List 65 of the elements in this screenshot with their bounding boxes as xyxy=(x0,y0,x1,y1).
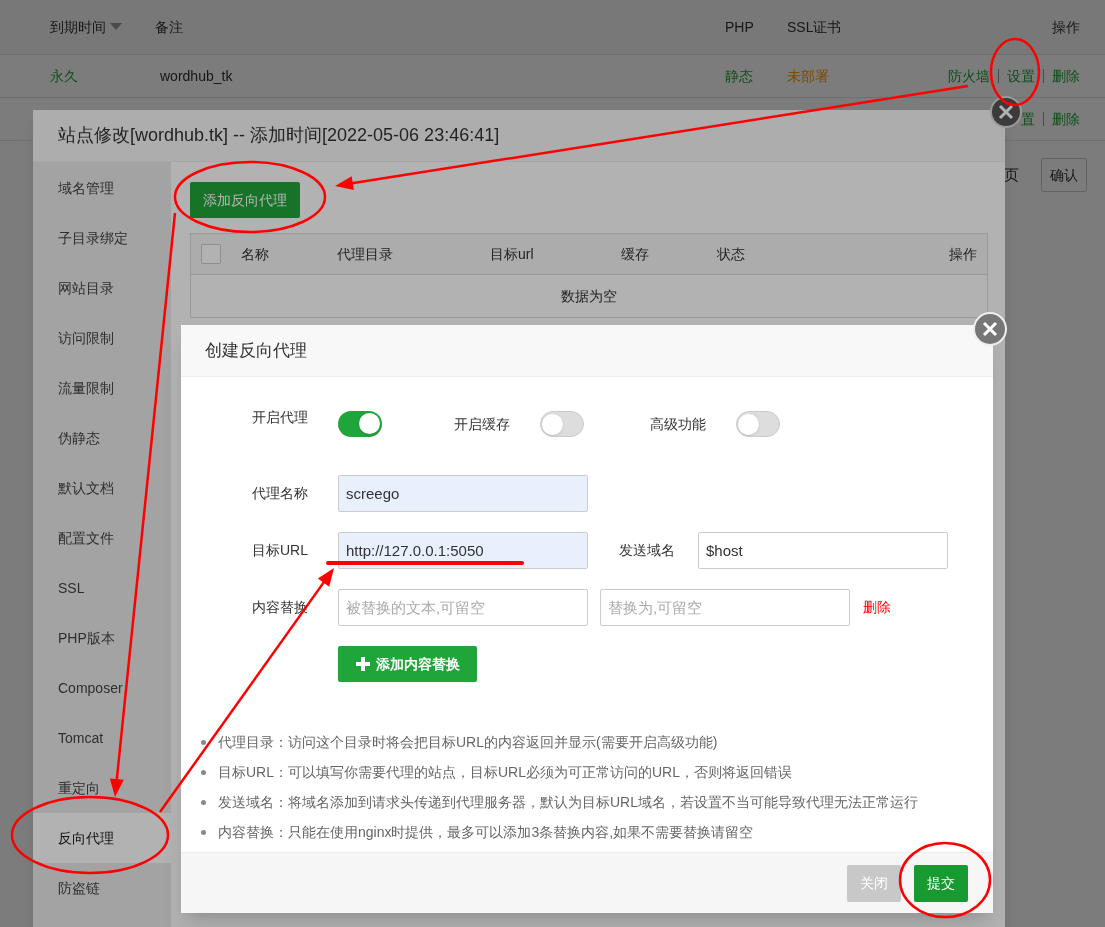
sidebar-item[interactable]: 伪静态 xyxy=(33,413,171,463)
delete-link[interactable]: 删除 xyxy=(863,597,891,618)
toggle-label: 高级功能 xyxy=(650,414,707,434)
plus-icon xyxy=(355,657,370,671)
toggle-label: 开启代理 xyxy=(252,408,309,427)
help-note: 内容替换：只能在使用nginx时提供，最多可以添加3条替换内容,如果不需要替换请留空 xyxy=(218,823,754,842)
sidebar-item[interactable]: PHP版本 xyxy=(33,613,171,663)
toggle-switch[interactable] xyxy=(540,411,584,437)
table-cell: 静态 xyxy=(725,67,753,84)
add-proxy-button[interactable]: 添加反向代理 xyxy=(190,182,300,218)
confirm-button[interactable]: 确认 xyxy=(1041,158,1087,192)
field-label: 目标URL xyxy=(252,541,309,560)
bullet-icon xyxy=(201,770,206,775)
pagination-label: 页 xyxy=(1004,164,1019,185)
column-header[interactable]: 到期时间 xyxy=(50,16,106,38)
input-field[interactable]: $host xyxy=(698,532,948,569)
column-header[interactable]: PHP xyxy=(725,16,754,38)
sidebar-item[interactable]: 重定向 xyxy=(33,763,171,813)
empty-message: 数据为空 xyxy=(561,286,617,306)
input-field[interactable]: 替换为,可留空 xyxy=(600,589,850,626)
sidebar-item[interactable]: 网站目录 xyxy=(33,263,171,313)
sidebar-item[interactable]: SSL xyxy=(33,563,171,613)
sidebar-item[interactable]: 域名管理 xyxy=(33,163,171,213)
input-field[interactable]: 被替换的文本,可留空 xyxy=(338,589,588,626)
column-header: 状态 xyxy=(717,245,745,262)
modal-title: 站点修改[wordhub.tk] -- 添加时间[2022-05-06 23:46:41] xyxy=(58,124,500,147)
help-note: 发送域名：将域名添加到请求头传递到代理服务器，默认为目标URL域名，若设置不当可能导致代理无法正常运行 xyxy=(218,793,918,812)
sidebar-item[interactable]: 流量限制 xyxy=(33,363,171,413)
column-header: 操作 xyxy=(949,245,977,262)
sidebar-item[interactable]: 配置文件 xyxy=(33,513,171,563)
field-label: 发送域名 xyxy=(619,541,676,560)
sidebar-item[interactable]: Tomcat xyxy=(33,713,171,763)
sidebar-item[interactable]: 默认文档 xyxy=(33,463,171,513)
table-cell: wordhub_tk xyxy=(160,67,233,84)
sidebar-item[interactable]: 访问限制 xyxy=(33,313,171,363)
bullet-icon xyxy=(201,830,206,835)
select-all-checkbox[interactable] xyxy=(201,244,221,264)
bullet-icon xyxy=(201,740,206,745)
help-note: 目标URL：可以填写你需要代理的站点，目标URL必须为可正常访问的URL，否则将返回错误 xyxy=(218,763,793,782)
column-header[interactable]: 操作 xyxy=(1052,16,1080,38)
column-header: 代理目录 xyxy=(337,245,393,262)
table-cell: 永久 xyxy=(50,67,78,84)
submit-button[interactable]: 提交 xyxy=(914,864,968,902)
toggle-switch[interactable] xyxy=(338,411,382,437)
column-header[interactable]: SSL证书 xyxy=(787,16,842,38)
input-field[interactable]: screego xyxy=(338,475,588,512)
column-header: 目标url xyxy=(490,245,534,262)
column-header: 缓存 xyxy=(621,245,649,262)
toggle-label: 开启缓存 xyxy=(454,414,511,434)
toggle-switch[interactable] xyxy=(736,411,780,437)
sort-caret-icon xyxy=(110,23,122,31)
sidebar-item[interactable]: 子目录绑定 xyxy=(33,213,171,263)
add-replace-button[interactable]: 添加内容替换 xyxy=(338,646,477,682)
sidebar-item[interactable]: 防盗链 xyxy=(33,863,171,913)
table-cell: 未部署 xyxy=(787,67,829,84)
help-note: 代理目录：访问这个目录时将会把目标URL的内容返回并显示(需要开启高级功能) xyxy=(218,733,718,752)
bullet-icon xyxy=(201,800,206,805)
sidebar-item[interactable]: Composer xyxy=(33,663,171,713)
dialog-title: 创建反向代理 xyxy=(205,339,307,362)
column-header: 名称 xyxy=(241,245,269,262)
sidebar-item[interactable]: 反向代理 xyxy=(33,813,171,863)
field-label: 代理名称 xyxy=(252,484,309,503)
annotation-ellipse xyxy=(989,37,1041,107)
column-header[interactable]: 备注 xyxy=(155,16,183,38)
input-field[interactable]: http://127.0.0.1:5050 xyxy=(338,532,588,569)
